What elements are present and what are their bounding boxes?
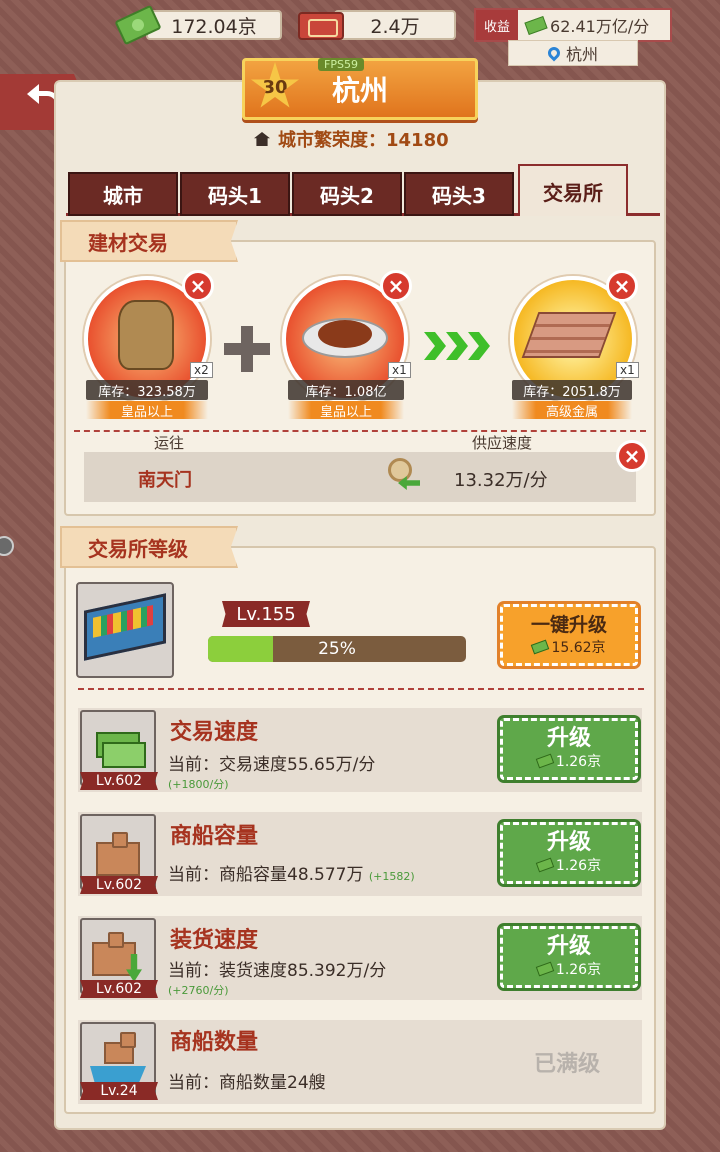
exchange-progress-text: 25% bbox=[318, 639, 356, 659]
loading-speed-title: 装货速度 bbox=[170, 928, 259, 953]
divider bbox=[78, 688, 644, 690]
upgrade-cost: 1.26京 bbox=[535, 855, 602, 875]
trade-section-title: 建材交易 bbox=[60, 220, 238, 262]
trade-speed-level: Lv.602 bbox=[80, 772, 158, 790]
ticket-icon bbox=[298, 12, 344, 40]
loading-speed-level: Lv.602 bbox=[80, 980, 158, 998]
trade-speed-delta: (+1800/分) bbox=[168, 778, 229, 791]
loading-speed-desc: 当前：装货速度85.392万/分 bbox=[168, 961, 387, 981]
one-click-cost-value: 15.62京 bbox=[551, 640, 606, 656]
side-handle[interactable] bbox=[0, 536, 14, 556]
tab-city[interactable]: 城市 bbox=[68, 172, 178, 216]
ticket-pill: 2.4万 bbox=[334, 10, 456, 40]
ship-capacity-desc: 当前：商船容量48.577万 (+1582) bbox=[168, 860, 415, 885]
ship-capacity-delta: (+1582) bbox=[368, 870, 415, 883]
exchange-progress-bar: 25% bbox=[208, 636, 466, 662]
crate-icon bbox=[96, 832, 140, 876]
house-icon bbox=[254, 132, 270, 146]
input-1-stock: 库存：323.58万 bbox=[86, 380, 208, 400]
upgrade-cost-value: 1.26京 bbox=[555, 962, 602, 978]
upgrade-ship-capacity-button[interactable]: 升级 1.26京 bbox=[500, 822, 638, 884]
ship-count-level: Lv.24 bbox=[80, 1082, 158, 1100]
input-2-qty: x1 bbox=[388, 362, 411, 378]
one-click-upgrade-cost: 15.62京 bbox=[531, 637, 606, 657]
location-button[interactable]: 杭州 bbox=[508, 40, 638, 66]
ship-count-title: 商船数量 bbox=[170, 1030, 259, 1055]
city-level: 30 bbox=[262, 76, 288, 98]
upgrade-trade-speed-button[interactable]: 升级 1.26京 bbox=[500, 718, 638, 780]
plus-icon bbox=[224, 326, 270, 372]
prosperity-value: 城市繁荣度：14180 bbox=[278, 130, 449, 151]
money-icon bbox=[535, 753, 555, 769]
tab-dock-1[interactable]: 码头1 bbox=[180, 172, 290, 216]
ship-capacity-title: 商船容量 bbox=[170, 824, 259, 849]
upgrade-label: 升级 bbox=[546, 830, 591, 855]
supply-gear-icon bbox=[386, 458, 422, 494]
city-name: 杭州 bbox=[331, 74, 388, 107]
fps-counter: FPS59 bbox=[318, 58, 364, 71]
ticket-value: 2.4万 bbox=[370, 15, 420, 38]
prosperity-label: 城市繁荣度：14180 bbox=[254, 126, 449, 152]
money-icon bbox=[535, 961, 555, 977]
trade-speed-desc: 当前：交易速度55.65万/分 bbox=[168, 755, 376, 775]
upgrade-loading-speed-button[interactable]: 升级 1.26京 bbox=[500, 926, 638, 988]
money-icon bbox=[535, 857, 555, 873]
tab-exchange[interactable]: 交易所 bbox=[518, 164, 628, 216]
loading-speed-delta: (+2760/分) bbox=[168, 984, 229, 997]
location-pin-icon bbox=[545, 44, 563, 62]
upgrade-cost-value: 1.26京 bbox=[555, 858, 602, 874]
input-2-grade: 皇品以上 bbox=[288, 401, 404, 420]
input-1-qty: x2 bbox=[190, 362, 213, 378]
remove-route-button[interactable]: × bbox=[616, 440, 648, 472]
speed-header: 供应速度 bbox=[472, 434, 533, 452]
upgrade-cost: 1.26京 bbox=[535, 751, 602, 771]
ship-count-desc: 当前：商船数量24艘 bbox=[168, 1073, 326, 1093]
money-icon bbox=[524, 15, 548, 35]
currency-pill: 172.04京 bbox=[146, 10, 282, 40]
input-2-stock: 库存：1.08亿 bbox=[288, 380, 404, 400]
trade-speed-title: 交易速度 bbox=[170, 720, 259, 745]
output-grade: 高级金属 bbox=[512, 401, 632, 420]
exchange-level: Lv.155 bbox=[222, 601, 310, 627]
ship-count-maxed-label: 已满级 bbox=[534, 1052, 601, 1077]
tab-dock-3[interactable]: 码头3 bbox=[404, 172, 514, 216]
supply-speed: 13.32万/分 bbox=[454, 470, 548, 491]
currency-value: 172.04京 bbox=[171, 15, 257, 38]
income-label: 收益 bbox=[476, 10, 519, 40]
location-label: 杭州 bbox=[565, 45, 598, 64]
input-1-grade: 皇品以上 bbox=[86, 401, 208, 420]
upgrade-cost-value: 1.26京 bbox=[555, 754, 602, 770]
one-click-upgrade-button[interactable]: 一键升级 15.62京 bbox=[500, 604, 638, 666]
upgrade-label: 升级 bbox=[546, 726, 591, 751]
remove-input-1-button[interactable]: × bbox=[182, 270, 214, 302]
upgrade-cost: 1.26京 bbox=[535, 959, 602, 979]
ship-capacity-level: Lv.602 bbox=[80, 876, 158, 894]
roast-duck-food bbox=[318, 320, 372, 348]
income-box: 收益 62.41万亿/分 bbox=[474, 8, 672, 42]
route-header: 运往 bbox=[154, 434, 185, 452]
output-qty: x1 bbox=[616, 362, 639, 378]
route-destination: 南天门 bbox=[138, 470, 192, 491]
money-icon bbox=[531, 639, 550, 655]
output-stock: 库存：2051.8万 bbox=[512, 380, 632, 400]
one-click-upgrade-label: 一键升级 bbox=[530, 614, 607, 636]
tab-bar: 城市 码头1 码头2 码头3 交易所 bbox=[66, 164, 660, 216]
exchange-section-title: 交易所等级 bbox=[60, 526, 238, 568]
upgrade-label: 升级 bbox=[546, 934, 591, 959]
ship-capacity-desc-text: 当前：商船容量48.577万 bbox=[168, 865, 364, 885]
remove-output-button[interactable]: × bbox=[606, 270, 638, 302]
grain-sack-icon bbox=[118, 300, 174, 370]
income-value: 62.41万亿/分 bbox=[550, 17, 650, 36]
remove-input-2-button[interactable]: × bbox=[380, 270, 412, 302]
tab-dock-2[interactable]: 码头2 bbox=[292, 172, 402, 216]
crate-icon bbox=[104, 1032, 136, 1064]
